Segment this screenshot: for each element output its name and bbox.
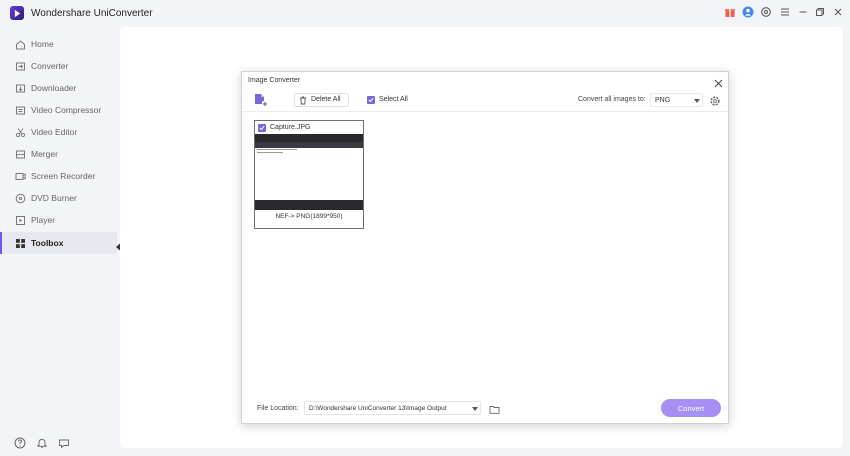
- converter-icon: [15, 61, 26, 72]
- file-location-value: D:\Wondershare UniConverter 13\Image Out…: [309, 405, 447, 412]
- app-title: Wondershare UniConverter: [31, 8, 153, 19]
- sidebar-item-label: Screen Recorder: [31, 171, 96, 181]
- sidebar-item-toolbox[interactable]: Toolbox: [0, 232, 117, 254]
- sidebar-item-label: Downloader: [31, 83, 77, 93]
- home-icon: [15, 39, 26, 50]
- add-file-icon[interactable]: [253, 92, 268, 107]
- sidebar-item-label: Video Compressor: [31, 105, 102, 115]
- image-card[interactable]: Capture.JPG NEF-> PNG(1899*950): [254, 120, 364, 229]
- output-format-value: PNG: [655, 97, 671, 104]
- sidebar-item-label: Merger: [31, 149, 58, 159]
- sidebar-item-label: Video Editor: [31, 127, 78, 137]
- support-icon[interactable]: [759, 5, 773, 19]
- sidebar: Home Converter Downloader Video Compress…: [0, 27, 120, 456]
- gift-icon[interactable]: [723, 5, 737, 19]
- image-converter-dialog: Image Converter Delete All Select All Co…: [241, 71, 729, 424]
- image-conversion-info: NEF-> PNG(1899*950): [275, 213, 343, 220]
- dialog-title: Image Converter: [248, 77, 301, 84]
- menu-icon[interactable]: [778, 5, 792, 19]
- sidebar-item-converter[interactable]: Converter: [0, 55, 117, 77]
- download-icon: [15, 83, 26, 94]
- chevron-down-icon: [694, 99, 700, 103]
- sidebar-item-label: DVD Burner: [31, 193, 77, 203]
- output-format-select[interactable]: PNG: [650, 93, 703, 107]
- sidebar-item-home[interactable]: Home: [0, 33, 117, 55]
- image-checkbox[interactable]: [258, 124, 266, 132]
- record-icon: [15, 171, 26, 182]
- play-icon: [15, 215, 26, 226]
- gear-icon[interactable]: [709, 94, 721, 106]
- feedback-icon[interactable]: [58, 436, 70, 449]
- sidebar-item-video-compressor[interactable]: Video Compressor: [0, 99, 117, 121]
- select-all-checkbox[interactable]: [367, 96, 375, 104]
- close-icon[interactable]: [831, 5, 845, 19]
- sidebar-item-screen-recorder[interactable]: Screen Recorder: [0, 165, 117, 187]
- sidebar-item-merger[interactable]: Merger: [0, 143, 117, 165]
- sidebar-item-label: Converter: [31, 61, 69, 71]
- grid-icon: [15, 238, 26, 249]
- folder-icon[interactable]: [489, 402, 500, 414]
- sidebar-item-video-editor[interactable]: Video Editor: [0, 121, 117, 143]
- file-location-label: File Location:: [257, 405, 299, 412]
- user-avatar-icon[interactable]: [741, 5, 755, 19]
- sidebar-item-label: Toolbox: [31, 238, 64, 248]
- chevron-down-icon: [472, 407, 478, 411]
- sidebar-item-label: Player: [31, 215, 56, 225]
- close-icon[interactable]: [714, 75, 724, 88]
- restore-icon[interactable]: [813, 5, 827, 19]
- sidebar-item-dvd-burner[interactable]: DVD Burner: [0, 187, 117, 209]
- sidebar-item-label: Home: [31, 39, 54, 49]
- app-logo: [10, 6, 24, 20]
- trash-icon: [300, 96, 306, 105]
- convert-button[interactable]: Convert: [661, 399, 721, 417]
- sidebar-item-downloader[interactable]: Downloader: [0, 77, 117, 99]
- help-icon[interactable]: [14, 436, 26, 449]
- delete-all-button[interactable]: Delete All: [294, 93, 349, 107]
- minimize-icon[interactable]: [796, 5, 810, 19]
- merge-icon: [15, 149, 26, 160]
- title-bar: Wondershare UniConverter: [0, 0, 850, 27]
- image-file-name: Capture.JPG: [270, 124, 311, 131]
- scissors-icon: [15, 127, 26, 138]
- select-all-label[interactable]: Select All: [379, 96, 408, 103]
- convert-all-label: Convert all images to:: [578, 96, 646, 103]
- sidebar-item-player[interactable]: Player: [0, 209, 117, 231]
- image-thumbnail: [255, 134, 363, 210]
- toolbar-divider: [242, 111, 728, 112]
- compress-icon: [15, 105, 26, 116]
- bell-icon[interactable]: [36, 436, 48, 448]
- file-location-select[interactable]: D:\Wondershare UniConverter 13\Image Out…: [304, 401, 481, 415]
- disc-icon: [15, 193, 26, 204]
- delete-all-label: Delete All: [311, 96, 341, 103]
